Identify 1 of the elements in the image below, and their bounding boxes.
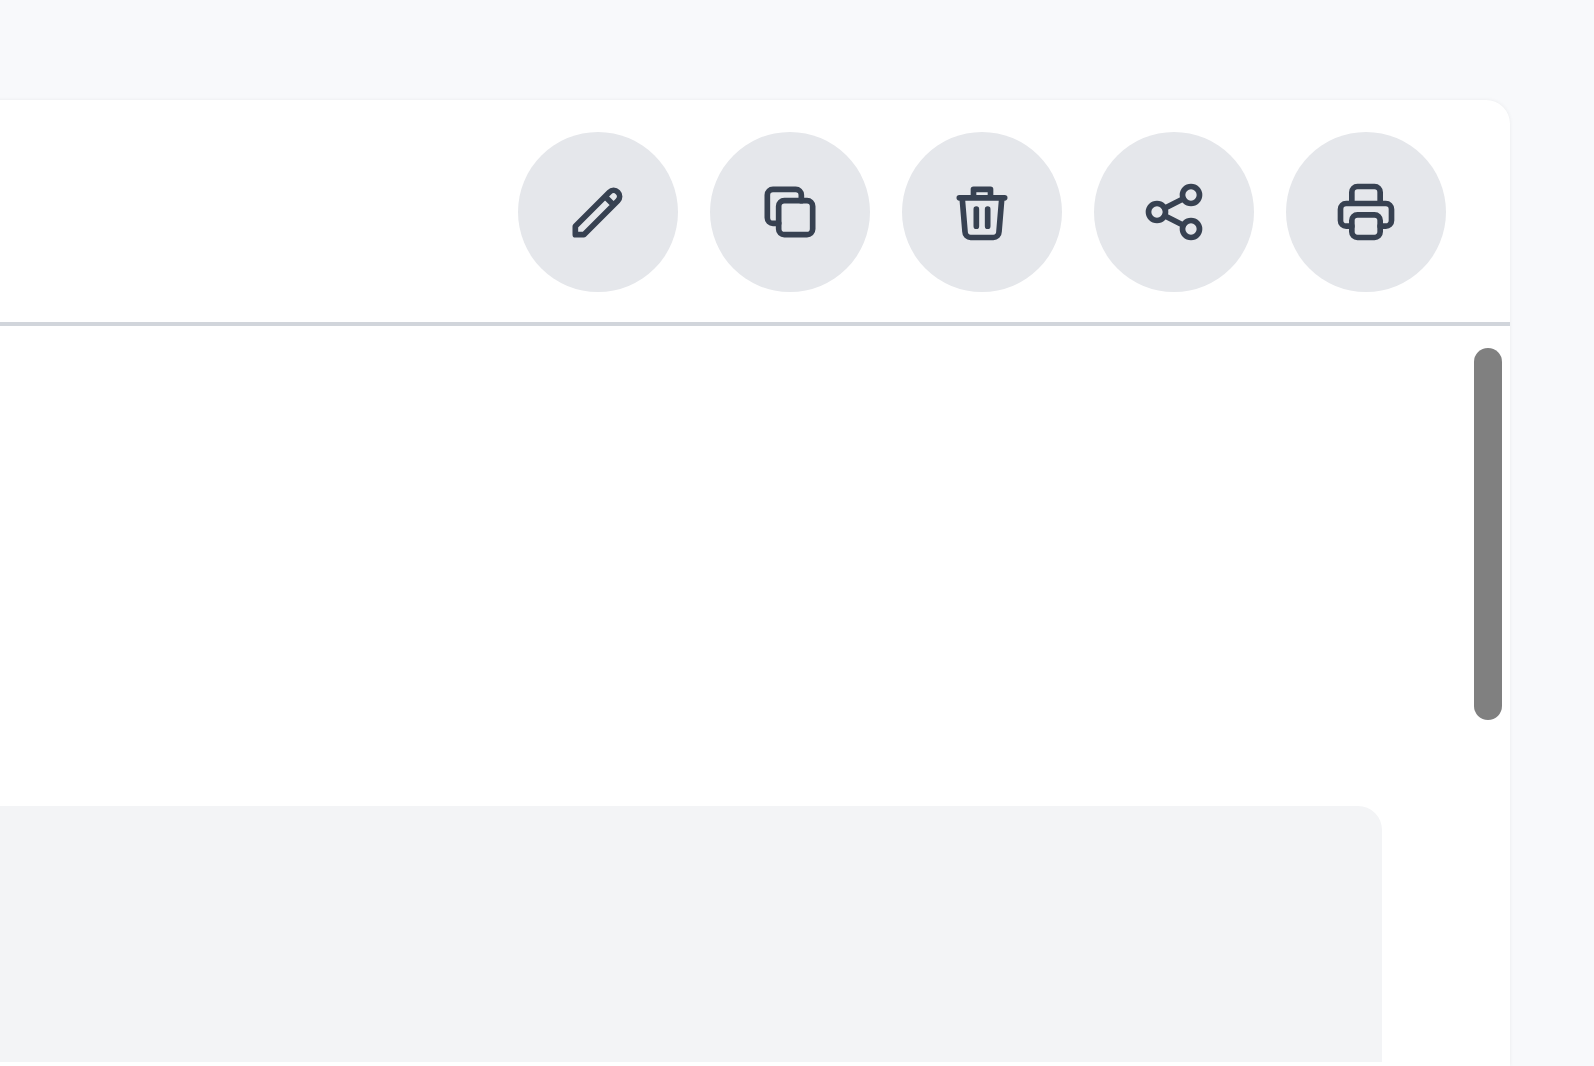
scrollbar-thumb[interactable] bbox=[1474, 348, 1502, 720]
